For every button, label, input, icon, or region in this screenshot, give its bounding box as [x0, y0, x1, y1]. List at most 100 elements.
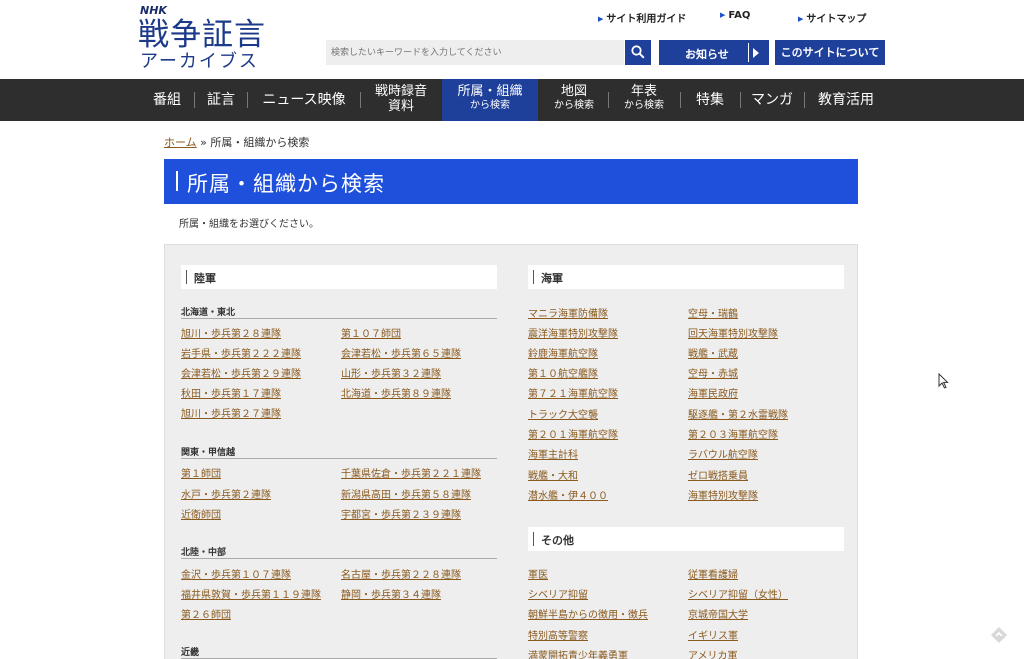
org-link[interactable]: ラバウル航空隊 — [688, 446, 758, 461]
org-link[interactable]: 会津若松・歩兵第６５連隊 — [341, 345, 461, 360]
org-link[interactable]: 海軍民政府 — [688, 385, 738, 400]
triangle-icon: ▶ — [720, 11, 726, 19]
search-icon — [631, 45, 645, 59]
scroll-top-icon[interactable] — [990, 626, 1008, 644]
search-input[interactable] — [326, 40, 624, 65]
org-link[interactable]: 第１師団 — [181, 465, 221, 480]
arrow-right-icon — [753, 48, 759, 58]
nav-divider — [360, 92, 361, 108]
org-link[interactable]: 金沢・歩兵第１０７連隊 — [181, 566, 291, 581]
org-link[interactable]: 新潟県高田・歩兵第５８連隊 — [341, 486, 471, 501]
nav-divider — [680, 92, 681, 108]
breadcrumb-current: 所属・組織から検索 — [210, 136, 310, 149]
region-kanto-koshinetsu: 関東・甲信越 — [181, 445, 497, 459]
nav-divider — [194, 92, 195, 108]
logo-nhk: NHK — [140, 4, 167, 17]
page-title: 所属・組織から検索 — [187, 172, 385, 196]
sitemap-link[interactable]: ▶ サイトマップ — [798, 10, 866, 25]
nav-education[interactable]: 教育活用 — [808, 79, 884, 121]
org-link[interactable]: 第１０航空艦隊 — [528, 365, 598, 380]
org-link[interactable]: 会津若松・歩兵第２９連隊 — [181, 365, 301, 380]
breadcrumb: ホーム » 所属・組織から検索 — [164, 136, 310, 149]
org-link[interactable]: 千葉県佐倉・歩兵第２２１連隊 — [341, 465, 481, 480]
nav-divider — [804, 92, 805, 108]
search-button[interactable] — [625, 40, 651, 65]
region-hokuriku-chubu: 北陸・中部 — [181, 545, 497, 559]
org-link[interactable]: 第２０３海軍航空隊 — [688, 426, 778, 441]
nav-timeline-search[interactable]: 年表 から検索 — [612, 79, 676, 121]
guide-link[interactable]: ▶ サイト利用ガイド — [598, 10, 686, 25]
mouse-cursor-icon — [938, 373, 949, 389]
org-link[interactable]: 潜水艦・伊４００ — [528, 487, 608, 502]
org-link[interactable]: 旭川・歩兵第２８連隊 — [181, 325, 281, 340]
nav-wartime-audio[interactable]: 戦時録音 資料 — [364, 79, 438, 121]
notice-button[interactable]: お知らせ — [659, 40, 769, 65]
org-link[interactable]: 第２０１海軍航空隊 — [528, 426, 618, 441]
org-link[interactable]: 秋田・歩兵第１７連隊 — [181, 385, 281, 400]
main-nav: 番組 証言 ニュース映像 戦時録音 資料 所属・組織 から検索 地図 から検索 … — [0, 79, 1024, 121]
triangle-icon: ▶ — [598, 15, 604, 23]
divider — [748, 43, 749, 62]
org-link[interactable]: 第２６師団 — [181, 606, 231, 621]
nav-map-search[interactable]: 地図 から検索 — [543, 79, 605, 121]
nav-programs[interactable]: 番組 — [143, 79, 191, 121]
org-link[interactable]: シベリア抑留 — [528, 586, 588, 601]
org-link[interactable]: 満蒙開拓青少年義勇軍 — [528, 647, 628, 659]
region-hokkaido-tohoku: 北海道・東北 — [181, 305, 497, 319]
org-link[interactable]: トラック大空襲 — [528, 406, 598, 421]
org-link[interactable]: 鈴鹿海軍航空隊 — [528, 345, 598, 360]
logo-subtitle: アーカイブス — [140, 51, 259, 72]
nav-features[interactable]: 特集 — [684, 79, 736, 121]
org-link[interactable]: 山形・歩兵第３２連隊 — [341, 365, 441, 380]
army-heading: 陸軍 — [181, 265, 497, 289]
instruction-text: 所属・組織をお選びください。 — [179, 219, 319, 230]
org-link[interactable]: 旭川・歩兵第２７連隊 — [181, 405, 281, 420]
org-link[interactable]: 京城帝国大学 — [688, 606, 748, 621]
site-header: NHK 戦争証言 アーカイブス ▶サイト利用ガイド ▶FAQ ▶サイトマップ お… — [0, 0, 1024, 79]
org-link[interactable]: 静岡・歩兵第３４連隊 — [341, 586, 441, 601]
org-link[interactable]: アメリカ軍 — [688, 647, 738, 659]
org-link[interactable]: 震洋海軍特別攻撃隊 — [528, 325, 618, 340]
org-link[interactable]: 水戸・歩兵第２連隊 — [181, 486, 271, 501]
nav-organization-search[interactable]: 所属・組織 から検索 — [442, 79, 538, 121]
site-logo[interactable]: NHK 戦争証言 アーカイブス — [138, 4, 288, 74]
org-link[interactable]: 従軍看護婦 — [688, 566, 738, 581]
nav-testimony[interactable]: 証言 — [199, 79, 243, 121]
region-kinki: 近畿 — [181, 645, 497, 659]
org-link[interactable]: 北海道・歩兵第８９連隊 — [341, 385, 451, 400]
title-accent-bar — [176, 171, 178, 191]
org-link[interactable]: 朝鮮半島からの徴用・徴兵 — [528, 606, 648, 621]
org-link[interactable]: 特別高等警察 — [528, 627, 588, 642]
about-button[interactable]: このサイトについて — [775, 40, 885, 65]
org-link[interactable]: 岩手県・歩兵第２２２連隊 — [181, 345, 301, 360]
navy-heading: 海軍 — [528, 265, 844, 289]
org-link[interactable]: イギリス軍 — [688, 627, 738, 642]
org-link[interactable]: 第１０７師団 — [341, 325, 401, 340]
logo-title: 戦争証言 — [138, 17, 266, 53]
faq-link[interactable]: ▶ FAQ — [720, 10, 750, 21]
org-link[interactable]: 空母・瑞鶴 — [688, 305, 738, 320]
page-title-banner: 所属・組織から検索 — [164, 159, 858, 204]
org-link[interactable]: 海軍主計科 — [528, 446, 578, 461]
other-heading: その他 — [528, 527, 844, 551]
org-link[interactable]: 空母・赤城 — [688, 365, 738, 380]
breadcrumb-home[interactable]: ホーム — [164, 136, 197, 149]
org-link[interactable]: 福井県敦賀・歩兵第１１９連隊 — [181, 586, 321, 601]
org-link[interactable]: 第７２１海軍航空隊 — [528, 385, 618, 400]
org-link[interactable]: シベリア抑留（女性） — [688, 586, 788, 601]
org-link[interactable]: 駆逐艦・第２水雷戦隊 — [688, 406, 788, 421]
nav-news-video[interactable]: ニュース映像 — [252, 79, 356, 121]
org-link[interactable]: マニラ海軍防備隊 — [528, 305, 608, 320]
org-link[interactable]: ゼロ戦搭乗員 — [688, 467, 748, 482]
org-link[interactable]: 名古屋・歩兵第２２８連隊 — [341, 566, 461, 581]
nav-manga[interactable]: マンガ — [744, 79, 800, 121]
org-link[interactable]: 戦艦・武蔵 — [688, 345, 738, 360]
org-link[interactable]: 近衛師団 — [181, 506, 221, 521]
nav-divider — [608, 92, 609, 108]
org-link[interactable]: 海軍特別攻撃隊 — [688, 487, 758, 502]
org-link[interactable]: 戦艦・大和 — [528, 467, 578, 482]
org-link[interactable]: 宇都宮・歩兵第２３９連隊 — [341, 506, 461, 521]
org-link[interactable]: 回天海軍特別攻撃隊 — [688, 325, 778, 340]
org-link[interactable]: 軍医 — [528, 566, 548, 581]
nav-divider — [740, 92, 741, 108]
